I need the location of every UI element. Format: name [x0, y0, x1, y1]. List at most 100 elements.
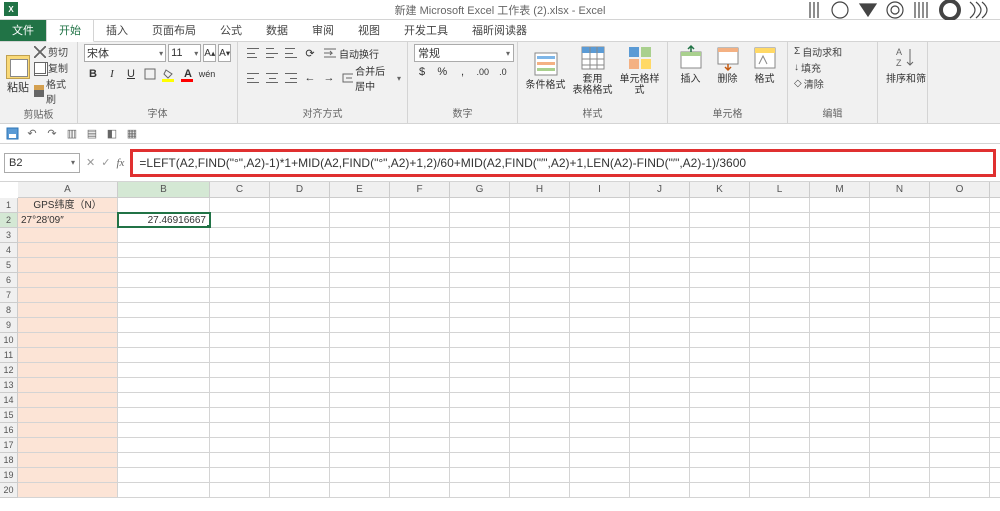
cell[interactable] [210, 348, 270, 362]
cell-B1[interactable] [118, 198, 210, 212]
row-header-7[interactable]: 7 [0, 288, 17, 303]
cell-B8[interactable] [118, 303, 210, 317]
cell[interactable] [750, 303, 810, 317]
col-header-J[interactable]: J [630, 182, 690, 197]
name-box[interactable]: B2▾ [4, 153, 80, 173]
cell[interactable] [690, 408, 750, 422]
cell[interactable] [810, 198, 870, 212]
cell[interactable] [570, 393, 630, 407]
cell[interactable] [570, 288, 630, 302]
cell-B2[interactable]: 27.46916667 [118, 213, 210, 227]
cell[interactable] [270, 483, 330, 497]
cell[interactable] [870, 348, 930, 362]
cell[interactable] [330, 213, 390, 227]
cell[interactable] [450, 408, 510, 422]
cell-B12[interactable] [118, 363, 210, 377]
font-size-select[interactable]: 11▾ [168, 44, 201, 62]
cell[interactable] [930, 243, 990, 257]
cell[interactable] [930, 393, 990, 407]
row-header-13[interactable]: 13 [0, 378, 17, 393]
cell-B9[interactable] [118, 318, 210, 332]
cell[interactable] [510, 213, 570, 227]
cell-A1[interactable]: GPS纬度（N） [18, 198, 118, 212]
format-cells-button[interactable]: 格式 [748, 44, 781, 85]
cell[interactable] [810, 408, 870, 422]
cell-A7[interactable] [18, 288, 118, 302]
row-header-1[interactable]: 1 [0, 198, 17, 213]
cell[interactable] [630, 273, 690, 287]
row-header-17[interactable]: 17 [0, 438, 17, 453]
cell[interactable] [870, 198, 930, 212]
cell[interactable] [450, 198, 510, 212]
cell-B4[interactable] [118, 243, 210, 257]
row-header-15[interactable]: 15 [0, 408, 17, 423]
cell[interactable] [330, 273, 390, 287]
cell[interactable] [330, 288, 390, 302]
cell[interactable] [450, 228, 510, 242]
border-button[interactable] [141, 65, 159, 83]
cell[interactable] [870, 333, 930, 347]
tab-dev[interactable]: 开发工具 [392, 19, 460, 41]
enter-formula-button[interactable]: ✓ [101, 156, 110, 169]
cell[interactable] [570, 258, 630, 272]
tab-foxit[interactable]: 福昕阅读器 [460, 19, 539, 41]
cell-B10[interactable] [118, 333, 210, 347]
cell-A6[interactable] [18, 273, 118, 287]
percent-button[interactable]: % [434, 63, 450, 81]
row-header-18[interactable]: 18 [0, 453, 17, 468]
cell[interactable] [870, 423, 930, 437]
cell[interactable] [270, 438, 330, 452]
cell[interactable] [510, 438, 570, 452]
cell[interactable] [210, 228, 270, 242]
cell[interactable] [810, 438, 870, 452]
cell[interactable] [870, 483, 930, 497]
cell[interactable] [630, 408, 690, 422]
cell-B15[interactable] [118, 408, 210, 422]
cell[interactable] [330, 333, 390, 347]
cell[interactable] [750, 348, 810, 362]
cell-B17[interactable] [118, 438, 210, 452]
cell[interactable] [390, 333, 450, 347]
cell[interactable] [690, 213, 750, 227]
cell-B18[interactable] [118, 453, 210, 467]
cut-button[interactable]: 剪切 [34, 44, 71, 59]
cell[interactable] [630, 453, 690, 467]
cell-A13[interactable] [18, 378, 118, 392]
cell[interactable] [570, 273, 630, 287]
cell[interactable] [630, 423, 690, 437]
cell-A4[interactable] [18, 243, 118, 257]
phonetic-button[interactable]: wén [198, 65, 216, 83]
cell[interactable] [450, 483, 510, 497]
cell-B14[interactable] [118, 393, 210, 407]
qat-btn7[interactable]: ▦ [124, 126, 140, 142]
cell[interactable] [750, 333, 810, 347]
cell[interactable] [210, 483, 270, 497]
cell[interactable] [450, 273, 510, 287]
cell-A19[interactable] [18, 468, 118, 482]
cell[interactable] [450, 363, 510, 377]
cell[interactable] [210, 408, 270, 422]
row-header-10[interactable]: 10 [0, 333, 17, 348]
qat-btn6[interactable]: ◧ [104, 126, 120, 142]
copy-button[interactable]: 复制 [34, 60, 71, 75]
currency-button[interactable]: $ [414, 63, 430, 81]
font-name-select[interactable]: 宋体▾ [84, 44, 166, 62]
cell[interactable] [330, 318, 390, 332]
cell[interactable] [690, 258, 750, 272]
row-header-5[interactable]: 5 [0, 258, 17, 273]
cell[interactable] [270, 213, 330, 227]
cell[interactable] [810, 333, 870, 347]
row-header-12[interactable]: 12 [0, 363, 17, 378]
cell[interactable] [570, 468, 630, 482]
cell[interactable] [270, 378, 330, 392]
number-format-select[interactable]: 常规▾ [414, 44, 514, 62]
cell[interactable] [270, 393, 330, 407]
cell[interactable] [630, 258, 690, 272]
bold-button[interactable]: B [84, 65, 102, 83]
cell[interactable] [390, 468, 450, 482]
cell[interactable] [750, 198, 810, 212]
cell[interactable] [390, 273, 450, 287]
table-format-button[interactable]: 套用 表格格式 [571, 44, 614, 96]
cell[interactable] [870, 228, 930, 242]
row-header-4[interactable]: 4 [0, 243, 17, 258]
